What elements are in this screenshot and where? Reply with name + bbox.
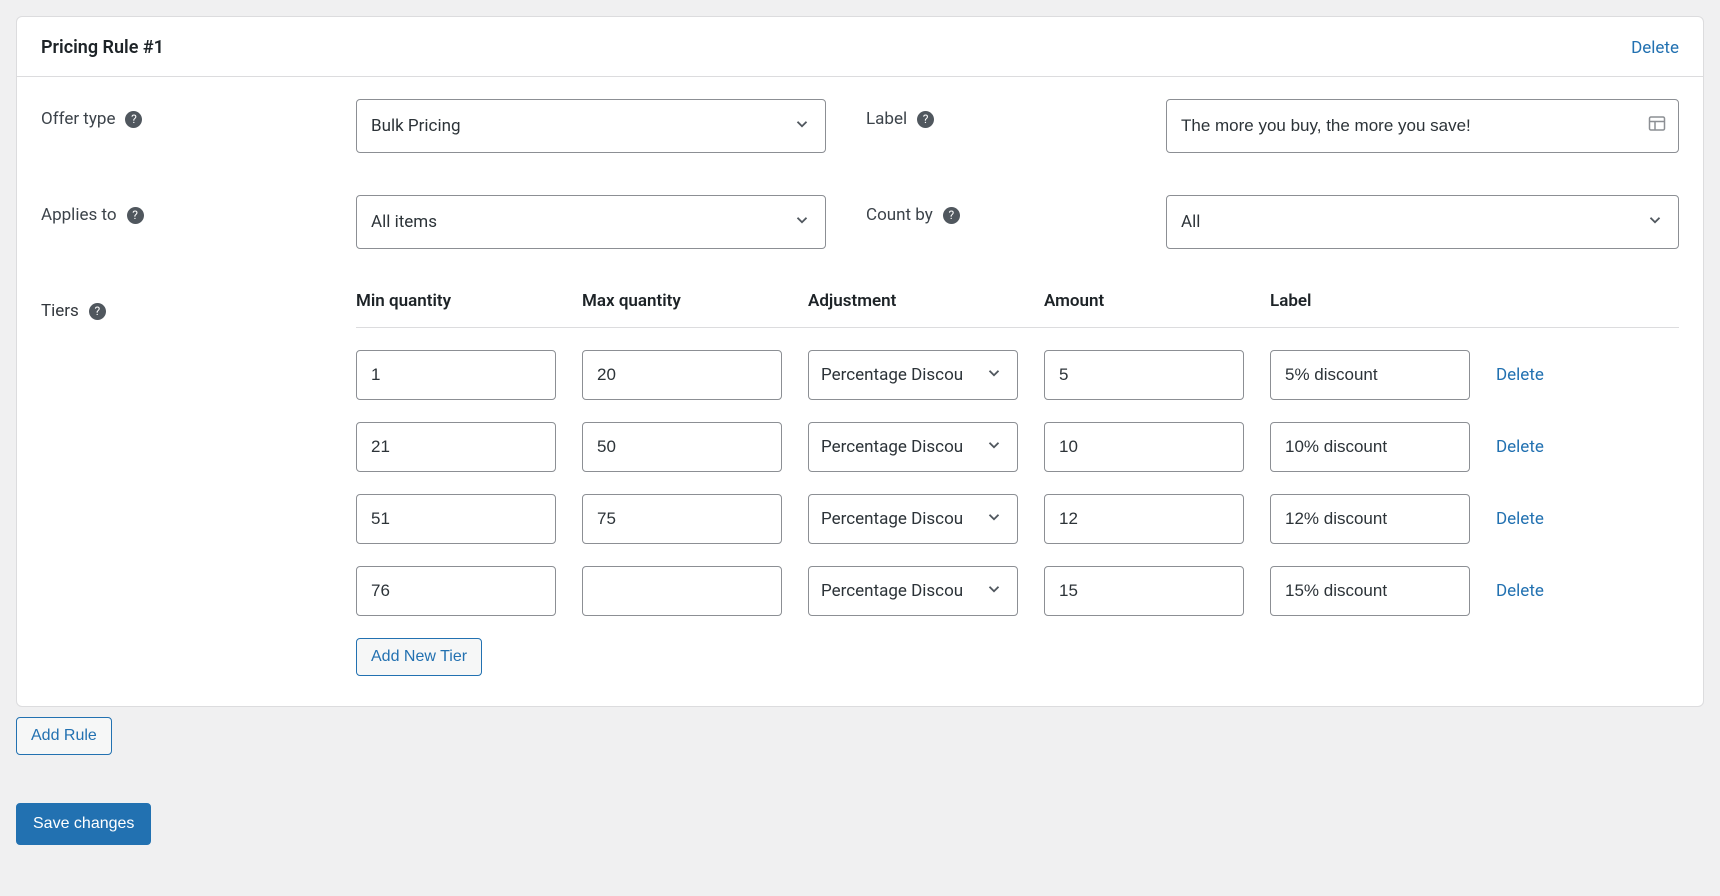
count-by-select[interactable]: All [1166, 195, 1679, 249]
tier-amount-input[interactable] [1044, 350, 1244, 400]
tier-row: Percentage Discou Delete [356, 350, 1679, 400]
tier-label-input[interactable] [1270, 422, 1470, 472]
tier-max-input[interactable] [582, 494, 782, 544]
applies-to-label: Applies to ? [41, 195, 356, 225]
tier-min-input[interactable] [356, 422, 556, 472]
tier-max-input[interactable] [582, 422, 782, 472]
panel-header: Pricing Rule #1 Delete [17, 17, 1703, 77]
tiers-section-label: Tiers ? [41, 291, 356, 321]
label-input[interactable] [1166, 99, 1679, 153]
tier-row: Percentage Discou Delete [356, 566, 1679, 616]
col-header-min: Min quantity [356, 291, 556, 311]
chevron-down-icon [1646, 211, 1664, 234]
tier-delete-link[interactable]: Delete [1496, 365, 1544, 385]
tier-min-input[interactable] [356, 494, 556, 544]
help-icon[interactable]: ? [125, 111, 142, 128]
add-new-tier-button[interactable]: Add New Tier [356, 638, 482, 676]
count-by-label: Count by ? [866, 195, 1166, 225]
panel-title: Pricing Rule #1 [41, 37, 164, 58]
chevron-down-icon [985, 508, 1003, 531]
chevron-down-icon [793, 115, 811, 138]
col-header-max: Max quantity [582, 291, 782, 311]
tier-max-input[interactable] [582, 350, 782, 400]
tier-adjustment-select[interactable]: Percentage Discou [808, 566, 1018, 616]
tier-amount-input[interactable] [1044, 494, 1244, 544]
tier-adjustment-select[interactable]: Percentage Discou [808, 494, 1018, 544]
tier-label-input[interactable] [1270, 350, 1470, 400]
tier-max-input[interactable] [582, 566, 782, 616]
tier-amount-input[interactable] [1044, 566, 1244, 616]
tier-min-input[interactable] [356, 350, 556, 400]
chevron-down-icon [985, 436, 1003, 459]
tier-min-input[interactable] [356, 566, 556, 616]
tier-row: Percentage Discou Delete [356, 494, 1679, 544]
col-header-amount: Amount [1044, 291, 1244, 311]
delete-rule-link[interactable]: Delete [1631, 38, 1679, 58]
tier-label-input[interactable] [1270, 566, 1470, 616]
tier-delete-link[interactable]: Delete [1496, 581, 1544, 601]
tiers-header-row: Min quantity Max quantity Adjustment Amo… [356, 291, 1679, 328]
help-icon[interactable]: ? [917, 111, 934, 128]
tier-delete-link[interactable]: Delete [1496, 437, 1544, 457]
applies-to-select[interactable]: All items [356, 195, 826, 249]
tier-adjustment-select[interactable]: Percentage Discou [808, 350, 1018, 400]
help-icon[interactable]: ? [89, 303, 106, 320]
tier-delete-link[interactable]: Delete [1496, 509, 1544, 529]
help-icon[interactable]: ? [127, 207, 144, 224]
chevron-down-icon [793, 211, 811, 234]
tier-label-input[interactable] [1270, 494, 1470, 544]
tier-adjustment-select[interactable]: Percentage Discou [808, 422, 1018, 472]
add-rule-button[interactable]: Add Rule [16, 717, 112, 755]
label-field-label: Label ? [866, 99, 1166, 129]
save-changes-button[interactable]: Save changes [16, 803, 151, 845]
col-header-adjustment: Adjustment [808, 291, 1018, 311]
pricing-rule-panel: Pricing Rule #1 Delete Offer type ? Bulk… [16, 16, 1704, 707]
help-icon[interactable]: ? [943, 207, 960, 224]
col-header-label: Label [1270, 291, 1470, 311]
offer-type-select[interactable]: Bulk Pricing [356, 99, 826, 153]
tier-amount-input[interactable] [1044, 422, 1244, 472]
tier-row: Percentage Discou Delete [356, 422, 1679, 472]
chevron-down-icon [985, 364, 1003, 387]
offer-type-label: Offer type ? [41, 99, 356, 129]
chevron-down-icon [985, 580, 1003, 603]
